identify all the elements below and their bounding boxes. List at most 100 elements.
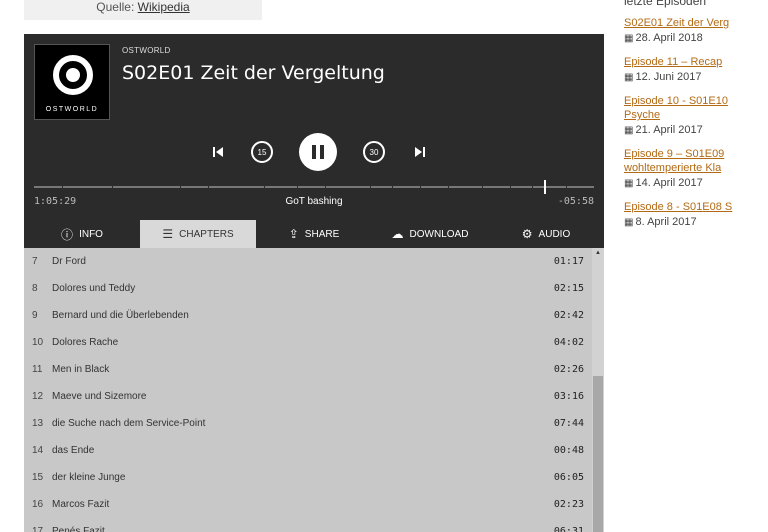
episode-link-continued[interactable]: Psyche [624, 108, 768, 122]
chapter-marker [420, 185, 422, 189]
source-link[interactable]: Wikipedia [138, 0, 190, 14]
chapter-duration: 02:23 [553, 499, 584, 510]
calendar-icon: ▦ [624, 72, 634, 83]
chapter-title: die Suche nach dem Service-Point [52, 418, 206, 429]
skip-next-button[interactable] [409, 132, 431, 172]
chapter-row[interactable]: 8 Dolores und Teddy 02:15 [24, 275, 604, 302]
chapter-number: 7 [32, 256, 38, 267]
tab-audio[interactable]: ⚙ AUDIO [488, 220, 604, 248]
chapter-number: 10 [32, 337, 44, 348]
chapter-row[interactable]: 7 Dr Ford 01:17 [24, 248, 604, 275]
episode-date-text: 12. Juni 2017 [635, 71, 702, 83]
tab-share[interactable]: ⇪ SHARE [256, 220, 372, 248]
chapter-row[interactable]: 13 die Suche nach dem Service-Point 07:44 [24, 410, 604, 437]
chapter-title: Marcos Fazit [52, 499, 110, 510]
chapter-marker [482, 185, 483, 189]
chapter-duration: 04:02 [553, 337, 584, 348]
episode-item: Episode 9 – S01E09 wohltemperierte Kla ▦ 14… [624, 147, 768, 192]
tab-download-label: DOWNLOAD [409, 228, 469, 240]
episode-link-continued[interactable]: wohltemperierte Kla [624, 161, 768, 175]
tab-info[interactable]: ⓘ INFO [24, 220, 140, 248]
chapter-number: 9 [32, 310, 38, 321]
calendar-icon: ▦ [624, 125, 634, 136]
episode-item: Episode 8 - S01E08 S ▦ 8. April 2017 [624, 200, 768, 231]
chapter-scrollbar[interactable]: ▲ [592, 248, 604, 532]
episode-date-text: 28. April 2018 [635, 32, 703, 44]
scroll-up-icon[interactable]: ▲ [595, 250, 601, 256]
chapter-duration: 02:15 [553, 283, 584, 294]
episode-item: S02E01 Zeit der Verg ▦ 28. April 2018 [624, 16, 768, 47]
fast-forward-icon: 30 [363, 141, 385, 163]
tab-download[interactable]: ☁ DOWNLOAD [372, 220, 488, 248]
playback-controls: 15 30 [24, 132, 604, 172]
chapter-duration: 01:17 [553, 256, 584, 267]
episode-date-text: 21. April 2017 [635, 124, 703, 136]
tab-chapters[interactable]: ☰ CHAPTERS [140, 220, 256, 248]
episode-link[interactable]: Episode 9 – S01E09 [624, 147, 768, 161]
calendar-icon: ▦ [624, 178, 634, 189]
chapter-row[interactable]: 16 Marcos Fazit 02:23 [24, 491, 604, 518]
chapter-row[interactable]: 17 Penés Fazit 06:31 [24, 518, 604, 532]
chapter-title: der kleine Junge [52, 472, 126, 483]
episode-link[interactable]: Episode 8 - S01E08 S [624, 200, 768, 214]
chapter-marker [566, 185, 567, 189]
chapter-title: Bernard und die Überlebenden [52, 310, 189, 321]
jump-back-button[interactable]: 15 [246, 132, 278, 172]
source-label: Quelle: [96, 0, 135, 14]
chapter-title: Men in Black [52, 364, 110, 375]
chapter-row[interactable]: 12 Maeve und Sizemore 03:16 [24, 383, 604, 410]
chapter-duration: 00:48 [553, 445, 584, 456]
logo-dot-icon [66, 68, 80, 82]
chapter-number: 15 [32, 472, 44, 483]
chapter-marker [179, 185, 181, 189]
tab-chapters-label: CHAPTERS [179, 228, 234, 240]
tab-audio-label: AUDIO [538, 228, 571, 240]
episode-link[interactable]: Episode 11 – Recap [624, 55, 768, 69]
pause-button[interactable] [298, 132, 338, 172]
episode-title: S02E01 Zeit der Vergeltung [122, 62, 385, 84]
episode-link[interactable]: Episode 10 - S01E10 [624, 94, 768, 108]
chapter-duration: 02:26 [553, 364, 584, 375]
player-tabs: ⓘ INFO ☰ CHAPTERS ⇪ SHARE ☁ DOWNLOAD ⚙ A… [24, 220, 604, 248]
chapter-number: 16 [32, 499, 44, 510]
progress-timeline[interactable] [34, 180, 594, 194]
sidebar-heading: letzte Episoden [624, 0, 707, 8]
episode-date: ▦ 21. April 2017 [624, 122, 768, 139]
episode-item: Episode 11 – Recap ▦ 12. Juni 2017 [624, 55, 768, 86]
show-name: OSTWORLD [122, 46, 171, 55]
scroll-thumb[interactable] [593, 376, 603, 532]
calendar-icon: ▦ [624, 217, 634, 228]
chapter-marker [370, 185, 371, 189]
source-box: Quelle: Wikipedia [24, 0, 262, 20]
chapter-row[interactable]: 11 Men in Black 02:26 [24, 356, 604, 383]
jump-forward-button[interactable]: 30 [358, 132, 390, 172]
chapter-number: 14 [32, 445, 44, 456]
time-remaining: -05:58 [557, 196, 594, 207]
chapter-row[interactable]: 9 Bernard und die Überlebenden 02:42 [24, 302, 604, 329]
skip-previous-button[interactable] [207, 132, 229, 172]
chapter-duration: 03:16 [553, 391, 584, 402]
chapter-marker [112, 185, 114, 189]
chapter-row[interactable]: 10 Dolores Rache 04:02 [24, 329, 604, 356]
recent-episodes-sidebar: letzte Episoden S02E01 Zeit der Verg ▦ 28.… [624, 0, 768, 231]
episode-link[interactable]: S02E01 Zeit der Verg [624, 16, 768, 30]
chapter-duration: 06:05 [553, 472, 584, 483]
chapter-row[interactable]: 15 der kleine Junge 06:05 [24, 464, 604, 491]
episode-item: Episode 10 - S01E10 Psyche ▦ 21. April 2017 [624, 94, 768, 139]
chapter-number: 11 [32, 364, 43, 375]
tab-share-label: SHARE [304, 228, 340, 240]
sliders-icon: ⚙ [521, 227, 533, 241]
time-row: 1:05:29 GoT bashing -05:58 [34, 196, 594, 210]
skip-previous-icon [213, 147, 223, 157]
playhead-handle[interactable] [543, 180, 546, 194]
chapter-list: 7 Dr Ford 01:17 8 Dolores und Teddy 02:15 9 Ber… [24, 248, 604, 532]
chapter-marker [62, 185, 63, 189]
calendar-icon: ▦ [624, 33, 634, 44]
episode-date: ▦ 12. Juni 2017 [624, 69, 768, 86]
jump-forward-label: 30 [369, 147, 379, 157]
chapter-marker [510, 185, 511, 189]
cover-text: OSTWORLD [45, 106, 99, 113]
chapter-row[interactable]: 14 das Ende 00:48 [24, 437, 604, 464]
current-chapter-label: GoT bashing [285, 196, 343, 207]
chapter-duration: 07:44 [553, 418, 584, 429]
